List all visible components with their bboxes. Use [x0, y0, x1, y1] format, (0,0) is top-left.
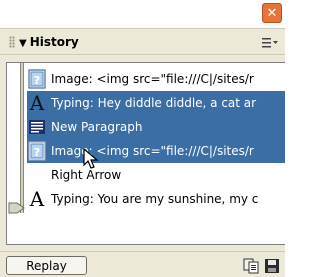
history-step-label: Right Arrow: [51, 168, 122, 182]
history-step-label: Typing: Hey diddle diddle, a cat ar: [51, 96, 257, 110]
history-step-label: Image: <img src="file:///C|/sites/r: [51, 144, 254, 158]
history-step-label: New Paragraph: [51, 120, 143, 134]
history-slider-track[interactable]: [20, 63, 24, 213]
collapse-arrow-icon[interactable]: ▼: [19, 38, 27, 49]
history-step[interactable]: A Typing: You are my sunshine, my c: [27, 187, 285, 211]
replay-button[interactable]: Replay: [6, 256, 87, 275]
panel-options-icon[interactable]: [262, 37, 278, 49]
history-slider-handle-icon[interactable]: [8, 200, 26, 216]
typing-icon: A: [29, 91, 45, 115]
history-step[interactable]: ? Image: <img src="file:///C|/sites/r: [27, 67, 285, 91]
history-step[interactable]: New Paragraph: [27, 115, 285, 139]
svg-text:?: ?: [34, 146, 40, 159]
image-icon: ?: [27, 69, 47, 89]
copy-steps-icon[interactable]: [243, 258, 259, 274]
history-list[interactable]: ? Image: <img src="file:///C|/sites/r A …: [6, 62, 285, 245]
svg-text:?: ?: [34, 74, 40, 87]
panel-header[interactable]: ▼ History: [0, 28, 285, 55]
panel-title[interactable]: ▼ History: [19, 35, 79, 49]
history-step-label: Image: <img src="file:///C|/sites/r: [51, 72, 254, 86]
history-step[interactable]: ? Image: <img src="file:///C|/sites/r: [27, 139, 285, 163]
save-as-command-icon[interactable]: [264, 258, 280, 274]
close-icon[interactable]: ✕: [262, 3, 282, 23]
window-titlebar: ✕: [0, 0, 285, 28]
image-icon: ?: [27, 141, 47, 161]
drag-grip-icon[interactable]: [9, 36, 15, 48]
history-step[interactable]: A Typing: Hey diddle diddle, a cat ar: [27, 91, 285, 115]
history-list-area: ? Image: <img src="file:///C|/sites/r A …: [0, 55, 285, 251]
panel-title-label: History: [29, 35, 79, 49]
typing-icon: A: [29, 187, 45, 211]
panel-footer: Replay: [0, 251, 285, 277]
mouse-pointer-icon: [83, 148, 99, 169]
paragraph-icon: [27, 117, 47, 137]
history-step-label: Typing: You are my sunshine, my c: [51, 192, 259, 206]
history-step[interactable]: Right Arrow: [27, 163, 285, 187]
